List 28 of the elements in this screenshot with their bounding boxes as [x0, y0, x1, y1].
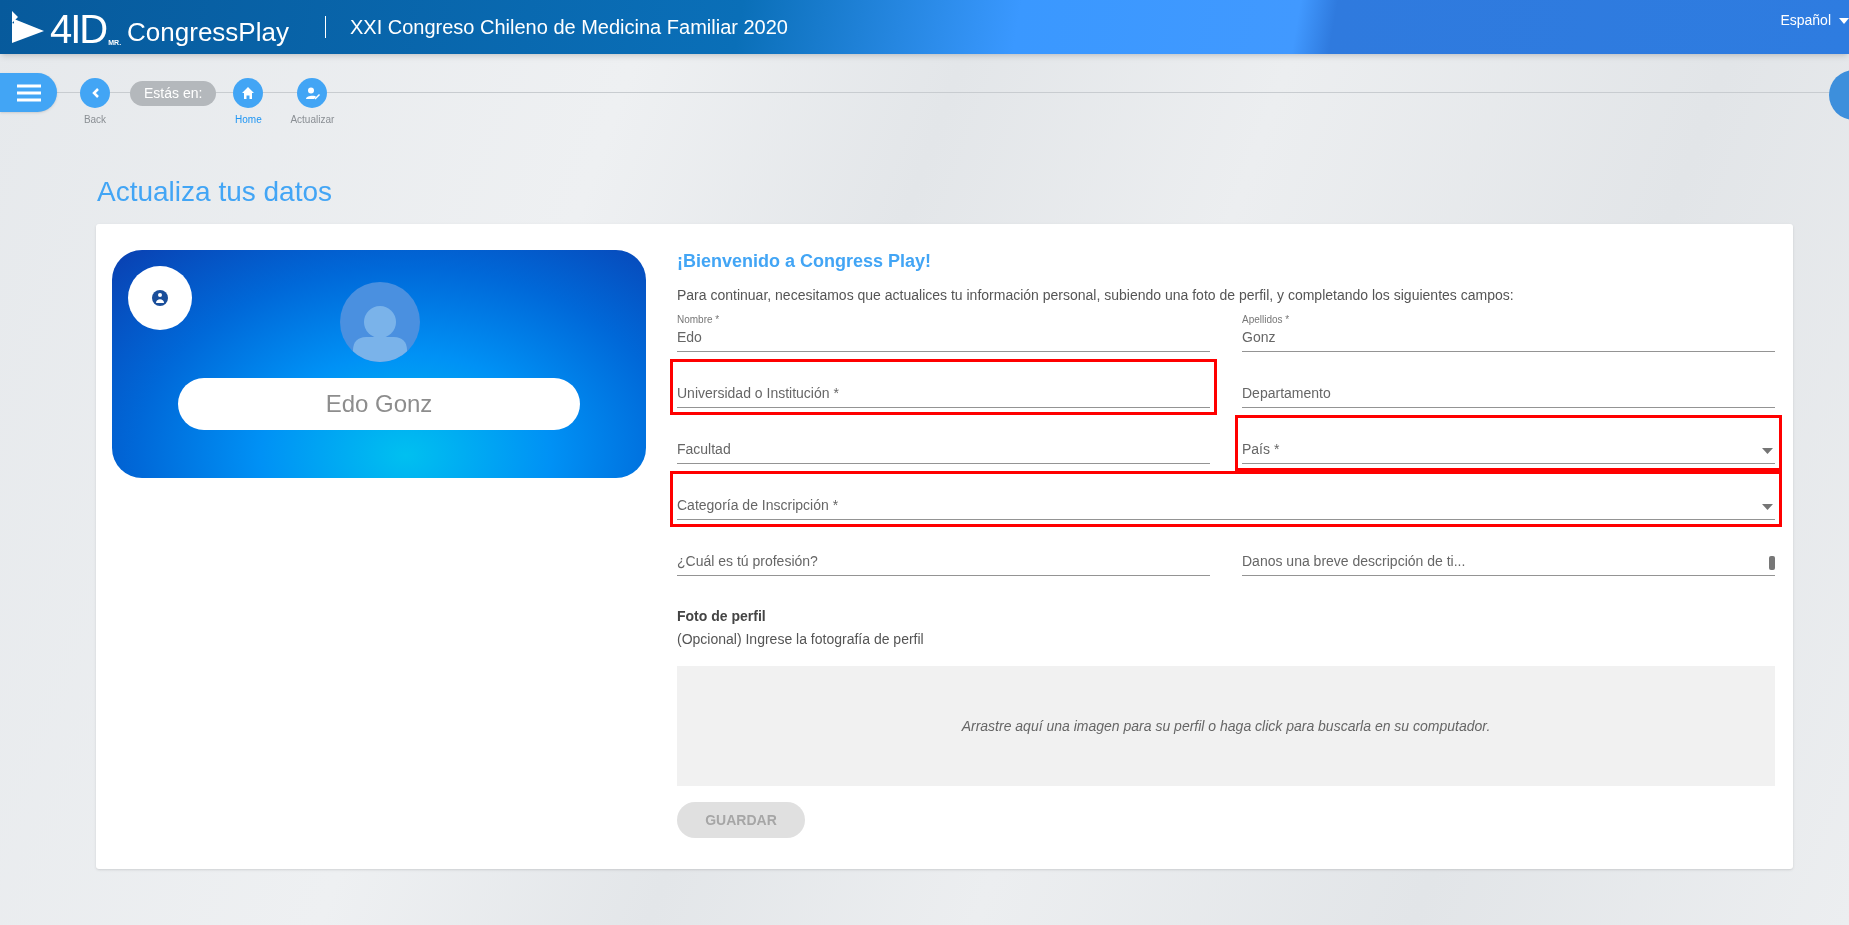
- dropdown-field[interactable]: Categoría de Inscripción *: [677, 478, 1775, 520]
- welcome-heading: ¡Bienvenido a Congress Play!: [677, 250, 932, 273]
- menu-icon: [15, 83, 42, 102]
- profile-name: Edo Gonz: [178, 378, 580, 430]
- input-field[interactable]: Departamento: [1242, 366, 1775, 408]
- caret-icon: [1839, 17, 1849, 24]
- breadcrumb-prefix: Estás en:: [130, 81, 217, 106]
- input-field[interactable]: Universidad o Institución *: [677, 366, 1210, 408]
- intro-text: Para continuar, necesitamos que actualices tu información personal, subiendo una foto de perfil, y completando los siguientes campos:: [677, 286, 1514, 305]
- menu-button[interactable]: [0, 73, 57, 112]
- text-area[interactable]: Danos una breve descripción de ti...: [1242, 534, 1775, 576]
- language-selector[interactable]: Español: [1780, 10, 1849, 31]
- input-field[interactable]: Apellidos * Gonz: [1242, 310, 1775, 352]
- emblem-icon: [150, 288, 170, 308]
- page-title: Actualiza tus datos: [97, 175, 333, 209]
- photo-hint: (Opcional) Ingrese la fotografía de perfil: [677, 630, 924, 649]
- photo-section-title: Foto de perfil: [677, 607, 766, 626]
- dropdown-field[interactable]: País *: [1242, 422, 1775, 464]
- logo-text: 4ID: [50, 9, 107, 49]
- brand-name: CongressPlay: [127, 17, 289, 47]
- input-field[interactable]: ¿Cuál es tú profesión?: [677, 534, 1210, 576]
- dropdown-caret-icon: [1762, 504, 1773, 510]
- input-field[interactable]: Nombre * Edo: [677, 310, 1210, 352]
- input-field[interactable]: Facultad: [677, 422, 1210, 464]
- logo-arrow-icon: [10, 9, 46, 45]
- dropdown-caret-icon: [1762, 448, 1773, 454]
- photo-dropzone[interactable]: Arrastre aquí una imagen para su perfil o haga click para buscarla en su computador.: [677, 666, 1775, 786]
- congress-title: XXI Congreso Chileno de Medicina Familiar 2020: [349, 15, 788, 40]
